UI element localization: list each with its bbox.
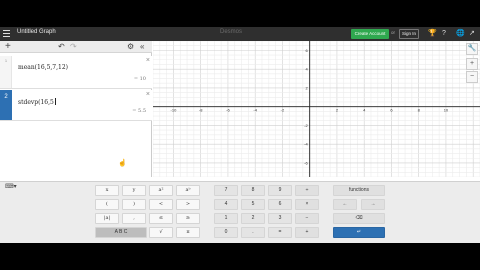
expression-index: 2	[4, 94, 8, 100]
expression-item[interactable]: 1 mean(16,5,7,12) = 10 ×	[0, 56, 152, 89]
key-sqrt[interactable]: √	[149, 227, 173, 238]
top-bar: Untitled Graph Desmos Create Account or …	[0, 27, 480, 41]
expression-input[interactable]: stdevp(16,5	[18, 98, 56, 106]
graph-title[interactable]: Untitled Graph	[17, 29, 56, 35]
key-comma[interactable]: ,	[122, 213, 146, 224]
key-y[interactable]: y	[122, 185, 146, 196]
expression-result: = 10	[133, 76, 146, 82]
abc-button[interactable]: A B C	[95, 227, 147, 238]
wrench-icon[interactable]: 🔧	[466, 43, 478, 55]
key-less-than[interactable]: <	[149, 199, 173, 210]
x-tick-label: -8	[199, 108, 203, 113]
key-greater-than[interactable]: >	[176, 199, 200, 210]
x-tick-label: -10	[171, 108, 178, 113]
key-plus[interactable]: +	[295, 227, 319, 238]
key-multiply[interactable]: ×	[295, 199, 319, 210]
enter-icon[interactable]: ↵	[333, 227, 385, 238]
key-0[interactable]: 0	[214, 227, 238, 238]
x-tick-label: 4	[363, 108, 366, 113]
key-6[interactable]: 6	[268, 199, 292, 210]
redo-icon[interactable]: ↷	[70, 42, 77, 52]
hand-cursor-icon: ☝	[118, 160, 127, 167]
double-chevron-left-icon[interactable]: «	[140, 42, 144, 52]
expression-text: stdevp(16,5	[18, 99, 54, 106]
zoom-out-icon[interactable]: −	[466, 71, 478, 83]
x-tick-label: -4	[253, 108, 257, 113]
sign-in-button[interactable]: Sign In	[399, 29, 419, 39]
expression-item-active[interactable]: 2 stdevp(16,5 = 5.5 ×	[0, 90, 152, 121]
keypad: x y a² aᵇ ( ) < > |a| , ≤ ≥ A B C √ π 7 …	[0, 181, 480, 243]
key-abs[interactable]: |a|	[95, 213, 119, 224]
key-right-paren[interactable]: )	[122, 199, 146, 210]
x-tick-label: 6	[390, 108, 393, 113]
x-tick-label: 2	[336, 108, 339, 113]
create-account-button[interactable]: Create Account	[351, 29, 389, 39]
hamburger-icon[interactable]	[3, 30, 10, 37]
expression-toolbar: + ↶ ↷ ⚙ «	[0, 41, 152, 53]
keyboard-icon[interactable]: ⌨▾	[5, 183, 27, 192]
graph-canvas[interactable]: -10 -8 -6 -4 -2 2 4 6 8 10642-2-4-6	[153, 41, 480, 177]
add-item-icon[interactable]: +	[5, 42, 11, 52]
zoom-in-icon[interactable]: +	[466, 58, 478, 70]
x-tick-label: -2	[281, 108, 285, 113]
expression-result: = 5.5	[132, 108, 146, 114]
key-9[interactable]: 9	[268, 185, 292, 196]
key-1[interactable]: 1	[214, 213, 238, 224]
key-equals[interactable]: =	[268, 227, 292, 238]
backspace-icon[interactable]: ⌫	[333, 213, 385, 224]
desmos-window: Untitled Graph Desmos Create Account or …	[0, 27, 480, 243]
key-minus[interactable]: −	[295, 213, 319, 224]
text-cursor	[54, 98, 56, 105]
or-label: or	[391, 30, 396, 35]
key-2[interactable]: 2	[241, 213, 265, 224]
expression-list: + ↶ ↷ ⚙ « 1 mean(16,5,7,12) = 10 × 2 std…	[0, 41, 152, 177]
key-power[interactable]: aᵇ	[176, 185, 200, 196]
key-8[interactable]: 8	[241, 185, 265, 196]
key-greater-equal[interactable]: ≥	[176, 213, 200, 224]
close-icon[interactable]: ×	[146, 91, 150, 98]
key-x[interactable]: x	[95, 185, 119, 196]
help-icon[interactable]: ?	[442, 29, 446, 39]
key-7[interactable]: 7	[214, 185, 238, 196]
arrow-left-icon[interactable]: ←	[333, 199, 357, 210]
key-square[interactable]: a²	[149, 185, 173, 196]
key-decimal[interactable]: .	[241, 227, 265, 238]
arrow-right-icon[interactable]: →	[361, 199, 385, 210]
globe-icon[interactable]: 🌐	[456, 29, 465, 39]
x-tick-label: 10	[444, 108, 449, 113]
x-tick-label: -6	[226, 108, 230, 113]
expression-input[interactable]: mean(16,5,7,12)	[18, 64, 68, 71]
trophy-icon[interactable]: 🏆	[428, 29, 437, 39]
key-5[interactable]: 5	[241, 199, 265, 210]
key-left-paren[interactable]: (	[95, 199, 119, 210]
undo-icon[interactable]: ↶	[58, 42, 65, 52]
x-tick-label: 8	[418, 108, 421, 113]
gear-icon[interactable]: ⚙	[127, 42, 134, 52]
close-icon[interactable]: ×	[146, 57, 150, 64]
key-pi[interactable]: π	[176, 227, 200, 238]
desmos-brand: Desmos	[220, 29, 243, 35]
functions-button[interactable]: functions	[333, 185, 385, 196]
key-divide[interactable]: ÷	[295, 185, 319, 196]
expression-index: 1	[4, 58, 8, 63]
key-less-equal[interactable]: ≤	[149, 213, 173, 224]
key-3[interactable]: 3	[268, 213, 292, 224]
graph-paper[interactable]: -10 -8 -6 -4 -2 2 4 6 8 10 6 4 2 -2 -4 -6 🔧 + −	[153, 41, 480, 177]
key-4[interactable]: 4	[214, 199, 238, 210]
share-icon[interactable]: ↗	[469, 29, 475, 39]
